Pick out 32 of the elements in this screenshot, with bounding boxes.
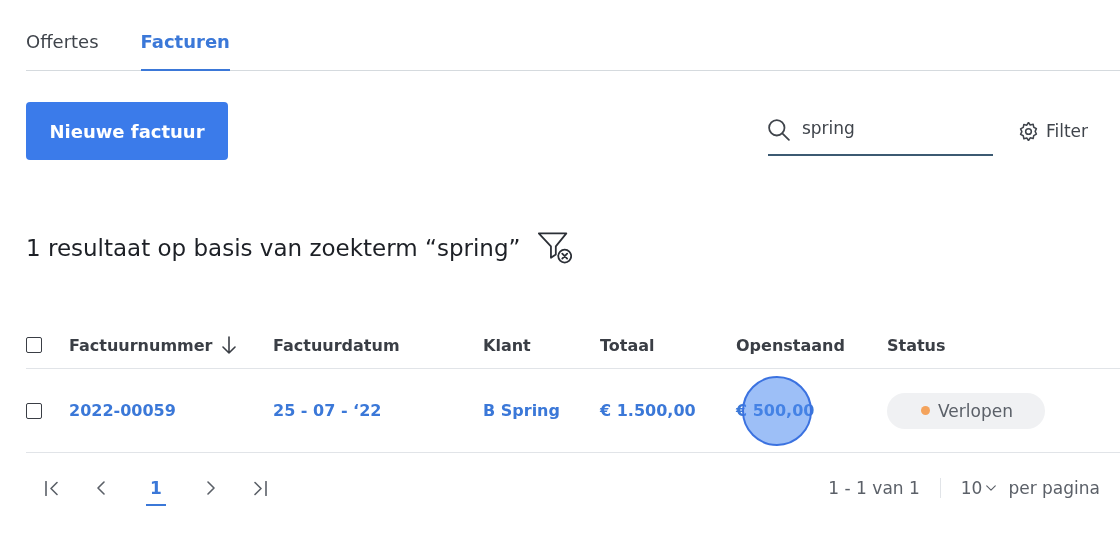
page-range: 1 - 1 van 1	[828, 478, 941, 498]
search-field[interactable]: spring	[767, 102, 993, 156]
per-page-select[interactable]: 10	[960, 478, 997, 498]
result-summary: 1 resultaat op basis van zoekterm “spring”	[26, 235, 521, 261]
page-button[interactable]: 1	[146, 478, 166, 506]
table-cell[interactable]: 25 - 07 - ‘22	[273, 401, 382, 420]
chevron-down-icon	[986, 485, 997, 491]
column-header[interactable]: Factuurdatum	[273, 335, 483, 355]
column-header[interactable]: Factuurnummer	[69, 335, 273, 355]
filter-button[interactable]: Filter	[1018, 121, 1088, 141]
last-page-icon	[254, 480, 268, 496]
table-cell[interactable]: B Spring	[483, 401, 560, 420]
column-header[interactable]: Openstaand	[736, 335, 887, 355]
tab[interactable]: Facturen	[140, 31, 230, 71]
column-header[interactable]: Klant	[483, 335, 600, 355]
chevron-right-icon	[206, 481, 215, 495]
table-cell[interactable]: € 1.500,00	[600, 401, 696, 420]
new-invoice-button[interactable]: Nieuwe factuur	[26, 102, 228, 160]
sort-arrow-icon[interactable]	[222, 336, 237, 354]
per-page-label: per pagina	[1008, 478, 1100, 498]
clear-filter-icon[interactable]	[538, 232, 573, 264]
chevron-left-icon	[97, 481, 105, 495]
column-header[interactable]: Status	[887, 335, 1120, 355]
tab[interactable]: Offertes	[26, 31, 99, 71]
status-badge: Verlopen	[887, 392, 1045, 429]
checkbox[interactable]	[26, 402, 42, 419]
checkbox[interactable]	[26, 337, 42, 353]
table-cell[interactable]: 2022-00059	[69, 401, 176, 420]
search-icon	[767, 119, 790, 141]
gear-icon	[1018, 121, 1038, 141]
column-header[interactable]: Totaal	[600, 335, 736, 355]
first-page-icon	[44, 480, 58, 496]
